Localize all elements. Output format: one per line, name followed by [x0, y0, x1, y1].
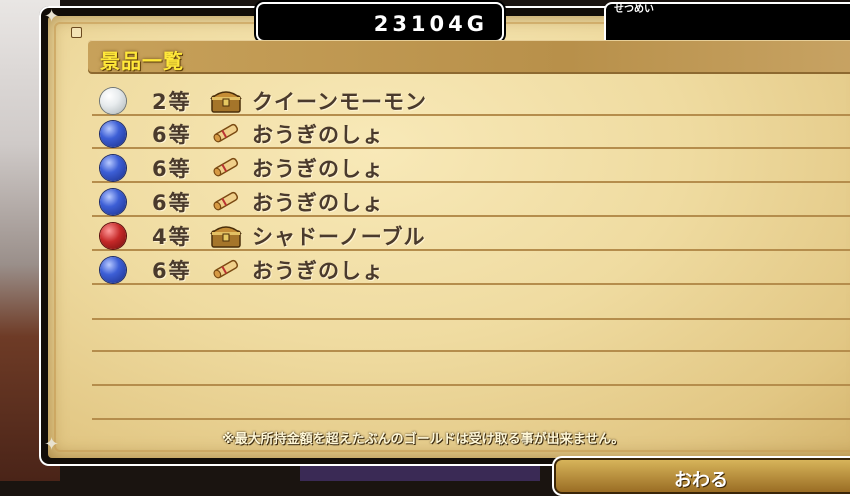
rank-orb-icon — [100, 257, 126, 283]
treasure-chest-icon — [209, 86, 243, 114]
gold-amount: 23104G — [373, 12, 488, 36]
rank-orb-icon — [100, 155, 126, 181]
prize-name: シャドーノーブル — [252, 225, 426, 249]
end-button-face[interactable]: おわる — [554, 458, 850, 494]
scroll-icon — [210, 187, 242, 215]
scroll-icon — [210, 255, 242, 283]
prize-row[interactable]: 4等 シャドーノーブル — [92, 219, 850, 251]
prize-name: クイーンモーモン — [252, 90, 427, 114]
scroll-icon — [210, 119, 242, 147]
prize-row[interactable]: 6等 おうぎのしょ — [92, 185, 850, 217]
empty-row-line — [92, 318, 850, 320]
rank-orb-icon — [100, 88, 126, 114]
prize-name: おうぎのしょ — [252, 157, 384, 181]
prize-rank: 6等 — [152, 123, 192, 147]
prize-rank: 4等 — [152, 225, 192, 249]
gold-display: 23104G — [256, 2, 504, 42]
prize-row[interactable]: 6等 おうぎのしょ — [92, 253, 850, 285]
window-toggle-button[interactable] — [71, 27, 82, 38]
prize-name: おうぎのしょ — [252, 259, 384, 283]
list-header-band — [88, 40, 850, 74]
corner-ornament-icon: ✦ — [44, 6, 60, 27]
rank-orb-icon — [100, 223, 126, 249]
prize-rank: 6等 — [152, 191, 192, 215]
prize-row[interactable]: 2等 クイーンモーモン — [92, 84, 850, 116]
rank-orb-icon — [100, 189, 126, 215]
corner-ornament-icon: ✦ — [44, 434, 60, 455]
explanation-label: せつめい — [614, 4, 654, 15]
treasure-chest-icon — [209, 221, 243, 249]
list-title: 景品一覧 — [100, 49, 184, 73]
empty-row-line — [92, 418, 850, 420]
prize-rank: 6等 — [152, 259, 192, 283]
empty-row-line — [92, 350, 850, 352]
empty-row-line — [92, 384, 850, 386]
end-button[interactable]: おわる — [552, 456, 850, 496]
prize-rank: 6等 — [152, 157, 192, 181]
prize-name: おうぎのしょ — [252, 123, 384, 147]
end-button-label: おわる — [674, 470, 728, 491]
prize-name: おうぎのしょ — [252, 191, 384, 215]
scroll-icon — [210, 153, 242, 181]
rank-orb-icon — [100, 121, 126, 147]
prize-rank: 2等 — [152, 90, 192, 114]
prize-row[interactable]: 6等 おうぎのしょ — [92, 151, 850, 183]
gold-limit-note: ※最大所持金額を超えたぶんのゴールドは受け取る事が出来ません。 — [222, 432, 625, 447]
prize-row[interactable]: 6等 おうぎのしょ — [92, 117, 850, 149]
